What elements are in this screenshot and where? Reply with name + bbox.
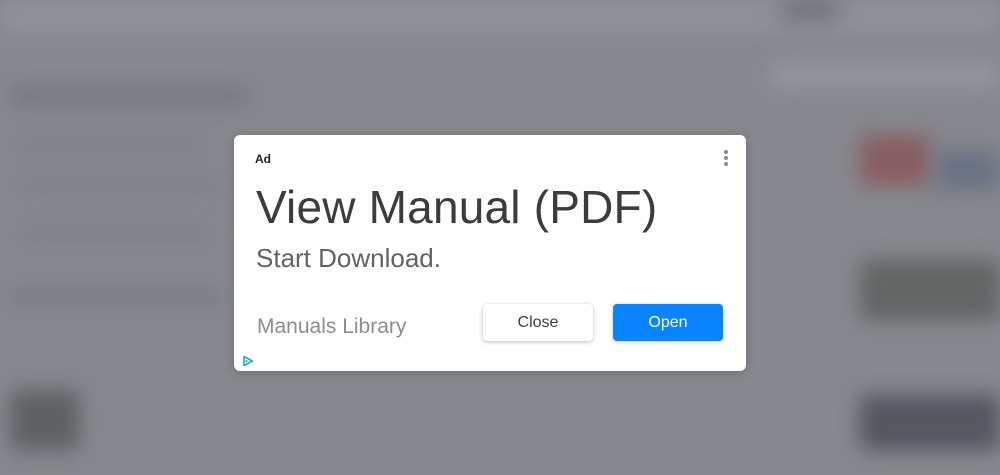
open-button[interactable]: Open: [613, 304, 723, 341]
ad-dialog: Ad View Manual (PDF) Start Download. Man…: [234, 135, 746, 371]
ad-title[interactable]: View Manual (PDF): [256, 180, 657, 234]
advertiser-name[interactable]: Manuals Library: [257, 315, 406, 339]
adchoices-icon[interactable]: [242, 355, 254, 367]
ad-subtitle: Start Download.: [256, 243, 441, 273]
ad-badge: Ad: [255, 152, 271, 166]
more-vertical-icon[interactable]: [720, 150, 732, 168]
close-button[interactable]: Close: [483, 304, 593, 341]
